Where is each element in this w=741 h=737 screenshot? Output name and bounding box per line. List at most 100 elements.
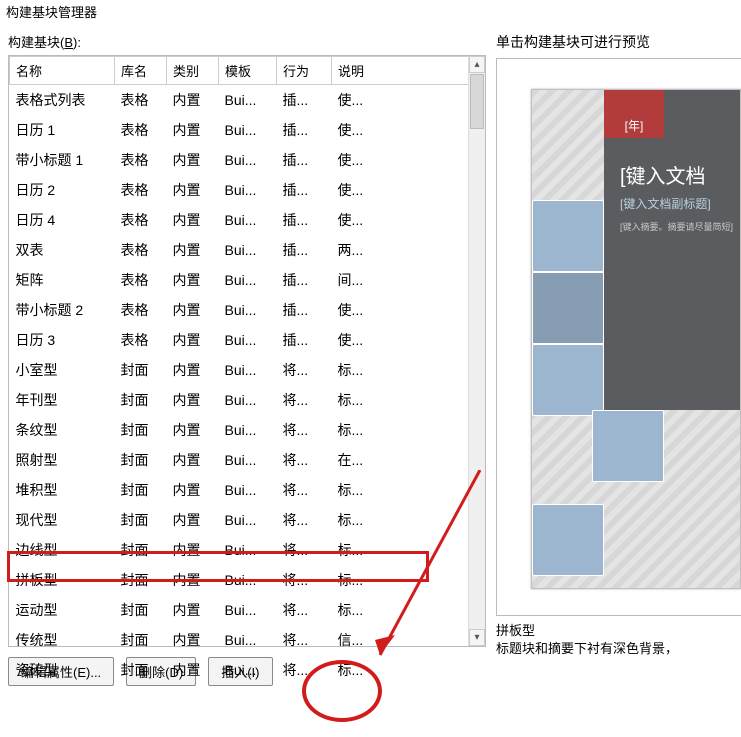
cell-act: 插... bbox=[277, 145, 332, 175]
cell-lib: 封面 bbox=[115, 475, 167, 505]
table-row[interactable]: 小室型封面内置Bui...将...标... bbox=[10, 355, 485, 385]
cell-name: 矩阵 bbox=[10, 265, 115, 295]
cover-subtitle: [键入文档副标题] bbox=[620, 195, 741, 212]
cell-lib: 表格 bbox=[115, 115, 167, 145]
cell-desc: 标... bbox=[332, 655, 485, 685]
table-row[interactable]: 照射型封面内置Bui...将...在... bbox=[10, 445, 485, 475]
cell-desc: 使... bbox=[332, 295, 485, 325]
cell-tpl: Bui... bbox=[219, 595, 277, 625]
col-header-desc[interactable]: 说明 bbox=[332, 57, 485, 85]
cell-lib: 封面 bbox=[115, 415, 167, 445]
cell-lib: 表格 bbox=[115, 265, 167, 295]
cell-lib: 表格 bbox=[115, 175, 167, 205]
cell-lib: 封面 bbox=[115, 595, 167, 625]
table-row[interactable]: 日历 2表格内置Bui...插...使... bbox=[10, 175, 485, 205]
table-row[interactable]: 日历 3表格内置Bui...插...使... bbox=[10, 325, 485, 355]
table-row[interactable]: 日历 1表格内置Bui...插...使... bbox=[10, 115, 485, 145]
cell-act: 将... bbox=[277, 535, 332, 565]
cell-lib: 封面 bbox=[115, 445, 167, 475]
table-row[interactable]: 堆积型封面内置Bui...将...标... bbox=[10, 475, 485, 505]
cell-desc: 标... bbox=[332, 505, 485, 535]
scroll-thumb[interactable] bbox=[470, 74, 484, 129]
table-row[interactable]: 条纹型封面内置Bui...将...标... bbox=[10, 415, 485, 445]
cell-name: 现代型 bbox=[10, 505, 115, 535]
scroll-down-button[interactable]: ▾ bbox=[469, 629, 485, 646]
col-header-name[interactable]: 名称 bbox=[10, 57, 115, 85]
cell-lib: 表格 bbox=[115, 325, 167, 355]
cell-act: 将... bbox=[277, 475, 332, 505]
cell-name: 堆积型 bbox=[10, 475, 115, 505]
cell-lib: 封面 bbox=[115, 625, 167, 655]
cell-cat: 内置 bbox=[167, 565, 219, 595]
table-row[interactable]: 运动型封面内置Bui...将...标... bbox=[10, 595, 485, 625]
cell-cat: 内置 bbox=[167, 505, 219, 535]
cell-lib: 封面 bbox=[115, 355, 167, 385]
col-header-cat[interactable]: 类别 bbox=[167, 57, 219, 85]
cell-tpl: Bui... bbox=[219, 145, 277, 175]
cell-act: 将... bbox=[277, 505, 332, 535]
cell-desc: 信... bbox=[332, 625, 485, 655]
cell-desc: 标... bbox=[332, 535, 485, 565]
cell-desc: 使... bbox=[332, 205, 485, 235]
cell-name: 小室型 bbox=[10, 355, 115, 385]
table-row[interactable]: 年刊型封面内置Bui...将...标... bbox=[10, 385, 485, 415]
cell-cat: 内置 bbox=[167, 655, 219, 685]
cell-desc: 标... bbox=[332, 415, 485, 445]
cell-desc: 在... bbox=[332, 445, 485, 475]
cell-name: 传统型 bbox=[10, 625, 115, 655]
table-row[interactable]: 拼板型封面内置Bui...将...标... bbox=[10, 565, 485, 595]
cell-tpl: Bui... bbox=[219, 385, 277, 415]
cell-cat: 内置 bbox=[167, 595, 219, 625]
cell-cat: 内置 bbox=[167, 625, 219, 655]
cell-tpl: Bui... bbox=[219, 445, 277, 475]
cell-desc: 标... bbox=[332, 385, 485, 415]
preview-caption-desc: 标题块和摘要下衬有深色背景， bbox=[496, 640, 741, 658]
preview-pane: [键入文档 [键入文档副标题] [键入摘要。摘要请尽量简短] [年] bbox=[496, 58, 741, 616]
table-header-row[interactable]: 名称 库名 类别 模板 行为 说明 bbox=[10, 57, 485, 85]
table-row[interactable]: 表格式列表表格内置Bui...插...使... bbox=[10, 85, 485, 116]
cell-cat: 内置 bbox=[167, 415, 219, 445]
cell-act: 插... bbox=[277, 265, 332, 295]
table-row[interactable]: 带小标题 2表格内置Bui...插...使... bbox=[10, 295, 485, 325]
cell-tpl: Bui... bbox=[219, 625, 277, 655]
cell-tpl: Bui... bbox=[219, 505, 277, 535]
table-row[interactable]: 矩阵表格内置Bui...插...间... bbox=[10, 265, 485, 295]
cell-cat: 内置 bbox=[167, 475, 219, 505]
scroll-up-button[interactable]: ▴ bbox=[469, 56, 485, 73]
cell-cat: 内置 bbox=[167, 535, 219, 565]
cell-desc: 使... bbox=[332, 145, 485, 175]
cell-tpl: Bui... bbox=[219, 475, 277, 505]
cell-cat: 内置 bbox=[167, 445, 219, 475]
cell-tpl: Bui... bbox=[219, 535, 277, 565]
cell-act: 将... bbox=[277, 385, 332, 415]
cell-name: 日历 1 bbox=[10, 115, 115, 145]
cell-lib: 表格 bbox=[115, 145, 167, 175]
building-blocks-table[interactable]: 名称 库名 类别 模板 行为 说明 表格式列表表格内置Bui...插...使..… bbox=[8, 55, 486, 647]
table-row[interactable]: 带小标题 1表格内置Bui...插...使... bbox=[10, 145, 485, 175]
cell-tpl: Bui... bbox=[219, 415, 277, 445]
cell-desc: 使... bbox=[332, 115, 485, 145]
cell-desc: 使... bbox=[332, 85, 485, 116]
cell-tpl: Bui... bbox=[219, 295, 277, 325]
table-row[interactable]: 边线型封面内置Bui...将...标... bbox=[10, 535, 485, 565]
cell-desc: 两... bbox=[332, 235, 485, 265]
col-header-tpl[interactable]: 模板 bbox=[219, 57, 277, 85]
cell-cat: 内置 bbox=[167, 355, 219, 385]
table-row[interactable]: 日历 4表格内置Bui...插...使... bbox=[10, 205, 485, 235]
table-row[interactable]: 传统型封面内置Bui...将...信... bbox=[10, 625, 485, 655]
col-header-lib[interactable]: 库名 bbox=[115, 57, 167, 85]
cell-cat: 内置 bbox=[167, 385, 219, 415]
vertical-scrollbar[interactable]: ▴ ▾ bbox=[468, 56, 485, 646]
table-row[interactable]: 双表表格内置Bui...插...两... bbox=[10, 235, 485, 265]
table-row[interactable]: 瓷砖型封面内置Bui...将...标... bbox=[10, 655, 485, 685]
cell-lib: 封面 bbox=[115, 385, 167, 415]
cell-name: 日历 2 bbox=[10, 175, 115, 205]
table-row[interactable]: 现代型封面内置Bui...将...标... bbox=[10, 505, 485, 535]
col-header-act[interactable]: 行为 bbox=[277, 57, 332, 85]
cell-name: 拼板型 bbox=[10, 565, 115, 595]
cell-act: 将... bbox=[277, 445, 332, 475]
cell-cat: 内置 bbox=[167, 325, 219, 355]
cell-act: 插... bbox=[277, 295, 332, 325]
cell-lib: 封面 bbox=[115, 535, 167, 565]
cell-act: 将... bbox=[277, 415, 332, 445]
